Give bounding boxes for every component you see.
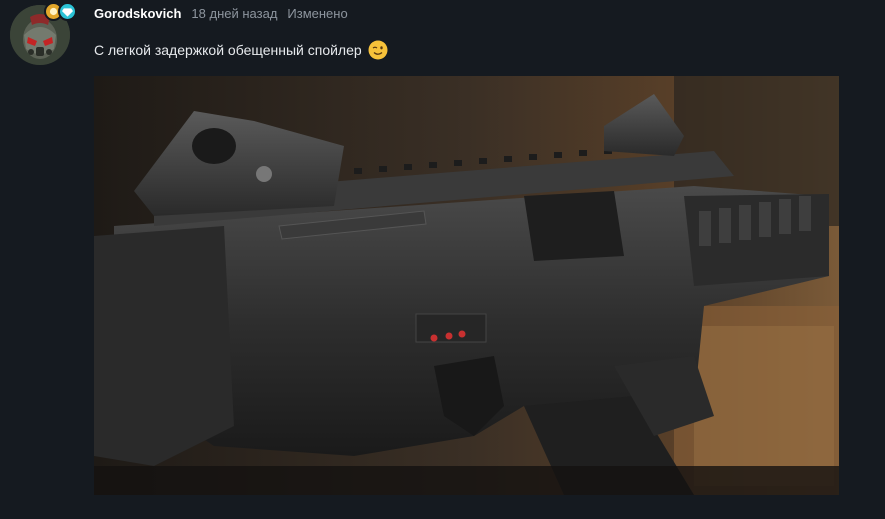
post-header: Gorodskovich 18 дней назад Изменено [94,6,348,24]
comment-post: Gorodskovich 18 дней назад Изменено С ле… [0,0,885,519]
rifle-photo [94,76,839,495]
edited-label[interactable]: Изменено [287,6,347,21]
post-timestamp[interactable]: 18 дней назад [191,6,277,21]
wink-emoji-icon [368,40,388,60]
image-attachment[interactable] [94,76,839,495]
diamond-badge-icon [58,2,77,21]
author-name[interactable]: Gorodskovich [94,6,181,21]
message-text: С легкой задержкой обещенный спойлер [94,42,362,58]
post-message: С легкой задержкой обещенный спойлер [94,40,388,60]
